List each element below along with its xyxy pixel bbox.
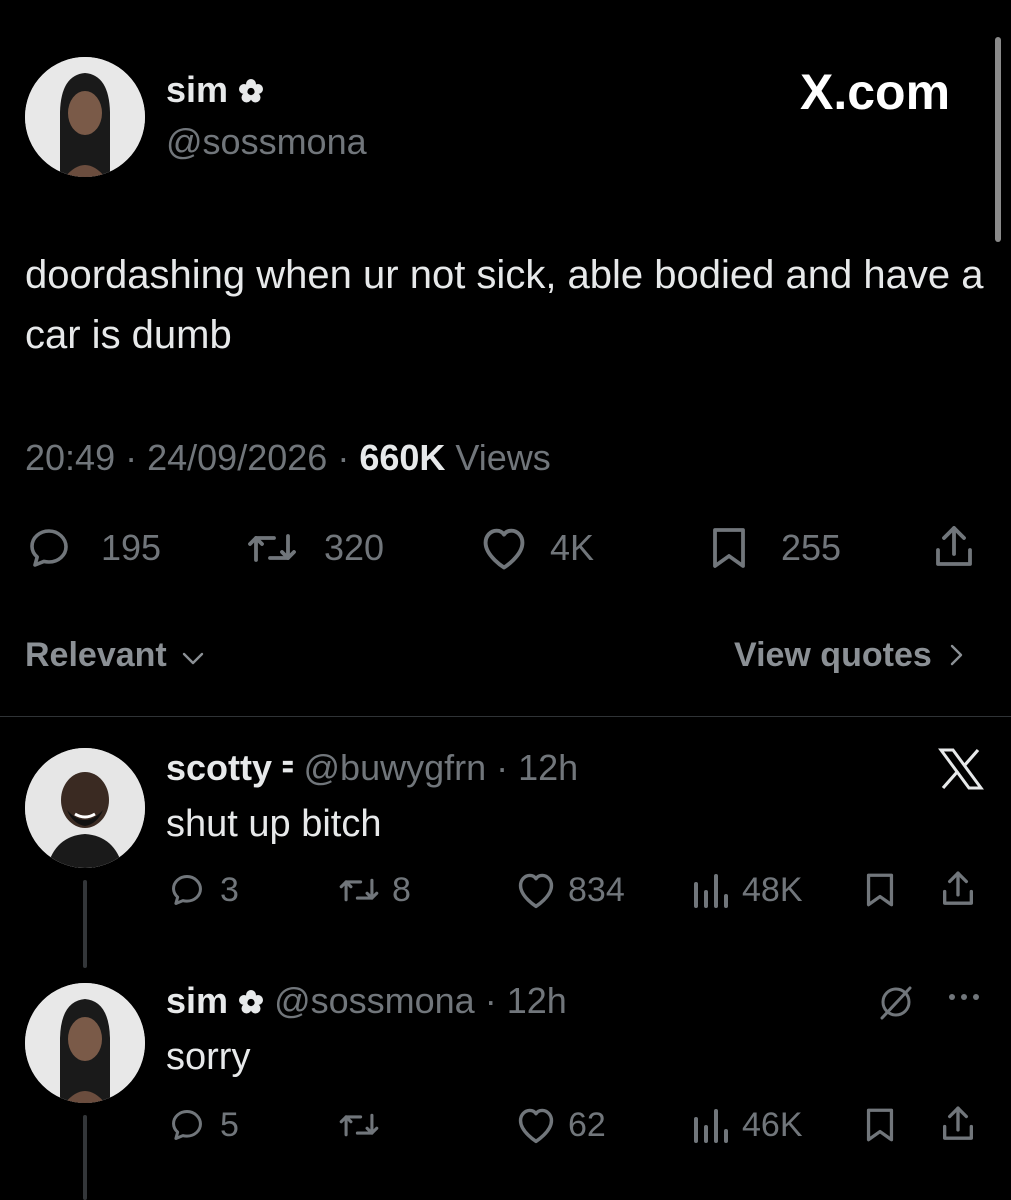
scrollbar[interactable] [995, 37, 1001, 242]
share-button[interactable] [930, 522, 978, 572]
reply-time: 12h [518, 747, 579, 788]
reply-author-handle[interactable]: @buwygfrn [304, 747, 487, 788]
avatar-sim[interactable] [25, 57, 145, 177]
reply-icon [168, 870, 206, 910]
reply-author-name[interactable]: scotty [166, 747, 272, 788]
repost-icon [338, 870, 380, 910]
reply-author-name[interactable]: sim [166, 980, 228, 1021]
reply-text: sorry [166, 1036, 251, 1078]
sort-dropdown[interactable]: Relevant [25, 634, 206, 678]
flower-icon [238, 70, 264, 114]
author-name-text: sim [166, 69, 229, 110]
reply-count: 195 [101, 527, 162, 568]
reply-time: 12h [506, 980, 567, 1021]
repost-icon [246, 524, 298, 572]
heart-icon [514, 1105, 558, 1145]
bookmark-icon [862, 870, 898, 910]
reply-button[interactable]: 3 [168, 870, 239, 910]
like-count: 62 [568, 1105, 606, 1144]
bunny-badge-icon: ⹀ [282, 747, 294, 788]
post-meta: 20:49 · 24/09/2026 · 660K Views [25, 437, 551, 478]
post-text: doordashing when ur not sick, able bodie… [25, 253, 984, 357]
views-label: Views [455, 437, 551, 478]
reply-icon [168, 1105, 206, 1145]
view-quotes-label: View quotes [734, 636, 932, 674]
reply-count: 3 [220, 870, 239, 909]
like-button[interactable]: 834 [514, 870, 625, 910]
thread-line [83, 880, 87, 968]
repost-count: 8 [392, 870, 411, 909]
repost-count: 320 [324, 527, 385, 568]
bookmark-button[interactable]: 255 [707, 524, 841, 572]
grok-icon[interactable] [874, 980, 918, 1029]
flower-icon [238, 980, 264, 1026]
views-count: 48K [742, 870, 803, 909]
reply-header: sim @sossmona · 12h [166, 978, 567, 1026]
avatar-sim[interactable] [25, 983, 145, 1103]
share-button[interactable] [938, 1103, 978, 1145]
chevron-down-icon [180, 636, 206, 678]
view-quotes-link[interactable]: View quotes [734, 634, 967, 678]
avatar-scotty[interactable] [25, 748, 145, 868]
repost-button[interactable]: 8 [338, 870, 411, 910]
bookmark-icon [707, 524, 751, 572]
reply-text: shut up bitch [166, 803, 382, 845]
views-count: 46K [742, 1105, 803, 1144]
bookmark-count: 255 [781, 527, 842, 568]
share-icon [938, 1103, 978, 1145]
reply-button[interactable]: 5 [168, 1105, 239, 1145]
x-watermark: X.com [800, 64, 951, 120]
repost-icon [338, 1105, 380, 1145]
thread-line [83, 1115, 87, 1200]
reply-icon [25, 524, 73, 572]
analytics-icon [690, 870, 730, 910]
heart-icon [478, 524, 530, 572]
like-count: 834 [568, 870, 625, 909]
like-count: 4K [550, 527, 595, 568]
share-icon [938, 868, 978, 910]
post-date: 24/09/2026 [147, 437, 328, 478]
like-button[interactable]: 4K [478, 524, 594, 572]
views-button[interactable]: 48K [690, 870, 803, 910]
bookmark-button[interactable] [862, 870, 898, 910]
views-count: 660K [359, 437, 446, 478]
reply-count: 5 [220, 1105, 239, 1144]
views-button[interactable]: 46K [690, 1105, 803, 1145]
like-button[interactable]: 62 [514, 1105, 606, 1145]
analytics-icon [690, 1105, 730, 1145]
heart-icon [514, 870, 558, 910]
sort-label: Relevant [25, 636, 167, 674]
post-time: 20:49 [25, 437, 116, 478]
x-logo-icon [938, 748, 984, 795]
bookmark-icon [862, 1105, 898, 1145]
reply-button[interactable]: 195 [25, 524, 161, 572]
author-name[interactable]: sim [166, 68, 264, 114]
repost-button[interactable] [338, 1105, 392, 1145]
repost-button[interactable]: 320 [246, 524, 384, 572]
chevron-right-icon [947, 636, 967, 678]
more-options-icon[interactable] [946, 990, 982, 1009]
bookmark-button[interactable] [862, 1105, 898, 1145]
share-icon [930, 522, 978, 572]
share-button[interactable] [938, 868, 978, 910]
author-handle[interactable]: @sossmona [166, 120, 367, 164]
reply-author-handle[interactable]: @sossmona [274, 980, 475, 1021]
divider [0, 716, 1011, 717]
reply-header: scotty ⹀ @buwygfrn · 12h [166, 747, 579, 788]
